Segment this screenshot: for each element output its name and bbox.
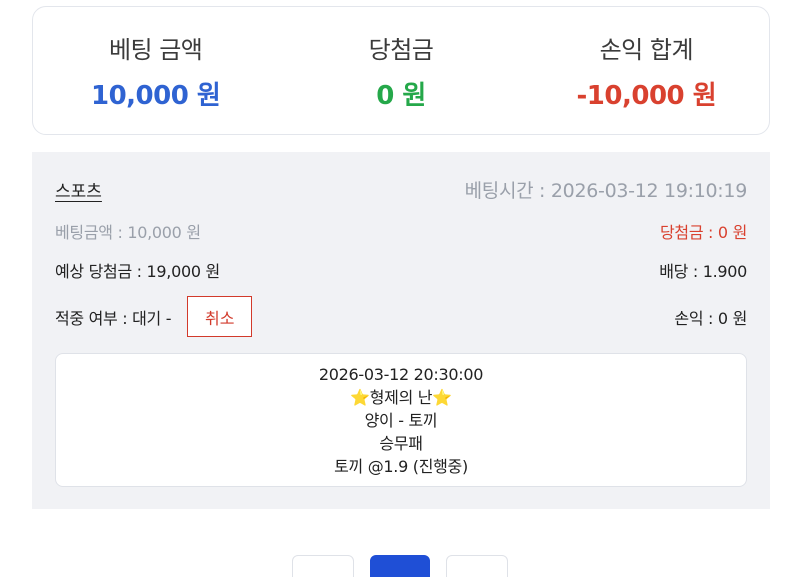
summary-win-amount: 당첨금 0 원 (278, 7, 523, 134)
match-detail-box: 2026-03-12 20:30:00 ⭐형제의 난⭐ 양이 - 토끼 승무패 … (55, 353, 747, 487)
star-icon: ⭐ (432, 387, 452, 407)
match-teams: 양이 - 토끼 (364, 410, 438, 430)
odds-text: 배당 : 1.900 (659, 262, 747, 281)
match-market: 승무패 (379, 433, 423, 453)
page-button[interactable] (292, 555, 354, 577)
profit-text: 손익 : 0 원 (674, 308, 747, 328)
league-name: 형제의 난 (369, 387, 433, 407)
bet-amount-row: 베팅금액 : 10,000 원 당첨금 : 0 원 (55, 219, 747, 243)
bet-summary-panel: 베팅 금액 10,000 원 당첨금 0 원 손익 합계 -10,000 원 (32, 6, 770, 135)
bet-amount-value: 10,000 원 (91, 80, 221, 111)
bet-time: 베팅시간 : 2026-03-12 19:10:19 (464, 180, 748, 202)
result-status-text: 적중 여부 : 대기 - (55, 308, 172, 328)
bet-header-row: 스포츠 베팅시간 : 2026-03-12 19:10:19 (55, 176, 747, 203)
bet-history-card: 스포츠 베팅시간 : 2026-03-12 19:10:19 베팅금액 : 10… (32, 152, 770, 509)
profit-label: 손익 합계 (599, 35, 694, 64)
cancel-button[interactable]: 취소 (187, 296, 253, 337)
expected-win-row: 예상 당첨금 : 19,000 원 배당 : 1.900 (55, 258, 747, 282)
win-amount-text: 당첨금 : 0 원 (659, 223, 747, 242)
win-amount-label: 당첨금 (368, 35, 434, 64)
page-button[interactable] (446, 555, 508, 577)
star-icon: ⭐ (350, 387, 370, 407)
page-button-active[interactable] (370, 555, 430, 577)
win-amount-value: 0 원 (376, 80, 426, 111)
expected-win-text: 예상 당첨금 : 19,000 원 (55, 262, 220, 281)
pagination (292, 555, 508, 577)
match-pick: 토끼 @1.9 (진행중) (334, 456, 468, 476)
bet-amount-label: 베팅 금액 (108, 35, 203, 64)
result-status: 적중 여부 : 대기 - 취소 (55, 296, 253, 337)
profit-value: -10,000 원 (576, 80, 717, 111)
summary-bet-amount: 베팅 금액 10,000 원 (33, 7, 278, 134)
match-league: ⭐형제의 난⭐ (350, 386, 452, 409)
summary-profit: 손익 합계 -10,000 원 (524, 7, 769, 134)
status-row: 적중 여부 : 대기 - 취소 손익 : 0 원 (55, 296, 747, 337)
bet-amount-text: 베팅금액 : 10,000 원 (55, 223, 201, 242)
bet-category: 스포츠 (55, 182, 102, 202)
match-datetime: 2026-03-12 20:30:00 (318, 364, 484, 384)
